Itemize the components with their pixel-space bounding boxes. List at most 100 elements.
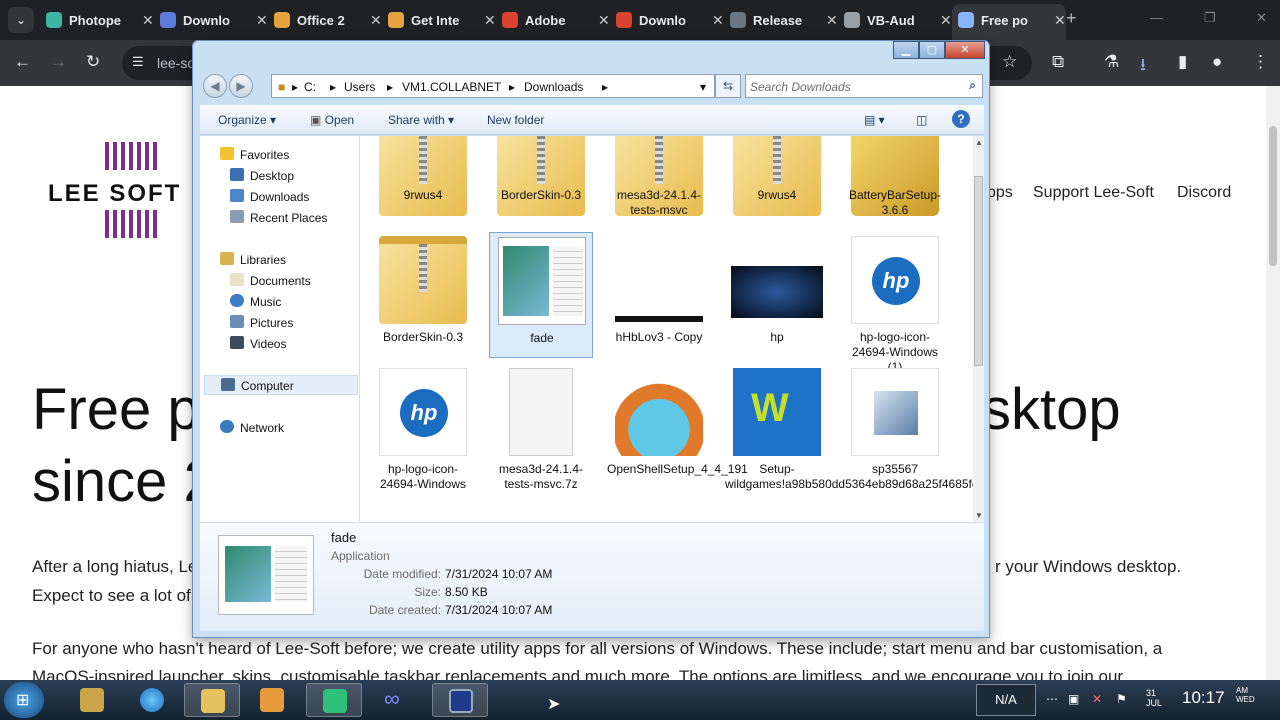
file-list-scrollbar[interactable]: ▲ ▼ <box>973 136 984 522</box>
tab-8[interactable]: VB-Aud ✕ <box>838 4 952 36</box>
action-center-icon[interactable]: ▣ <box>1068 692 1079 706</box>
explorer-maximize-button[interactable]: ▢ <box>919 41 945 59</box>
volume-muted-icon[interactable]: ✕ <box>1092 692 1102 706</box>
file-item[interactable]: OpenShellSetup_4_4_191 <box>607 364 748 490</box>
forward-arrow-icon[interactable]: → <box>50 52 67 72</box>
breadcrumb-vm[interactable]: VM1.COLLABNET <box>402 80 501 94</box>
taskbar-media-player[interactable] <box>244 683 300 717</box>
maximize-button[interactable]: ❐ <box>1204 10 1216 26</box>
monitor-icon <box>449 689 473 713</box>
tab-6[interactable]: Downlo ✕ <box>610 4 724 36</box>
start-button[interactable]: ⊞ <box>4 682 44 718</box>
logo-bottom-bars <box>105 210 161 238</box>
profile-avatar-icon[interactable]: ● <box>1212 52 1222 72</box>
side-panel-icon[interactable]: ▮ <box>1178 52 1187 72</box>
file-item[interactable]: sp35567 <box>843 364 947 490</box>
file-item[interactable]: mesa3d-24.1.4-tests-msvc.7z <box>489 364 593 491</box>
file-item[interactable]: W Setup-wildgames!a98b580dd5364eb89d68a25… <box>725 364 973 491</box>
site-info-icon[interactable]: ☰ <box>132 54 144 70</box>
hero-line1-end: sktop <box>982 377 1121 442</box>
file-item[interactable]: hp hp-logo-icon-24694-Windows <box>371 364 475 491</box>
taskbar-app-7[interactable] <box>432 683 488 717</box>
file-item[interactable]: BorderSkin-0.3 <box>371 232 475 358</box>
breadcrumb-users[interactable]: Users <box>344 80 375 94</box>
flag-icon[interactable]: ⚑ <box>1116 692 1127 706</box>
tab-close-icon[interactable]: ✕ <box>256 12 268 29</box>
bookmark-star-icon[interactable]: ☆ <box>1002 52 1017 72</box>
clock-time[interactable]: 10:17 <box>1182 688 1225 708</box>
tab-close-icon[interactable]: ✕ <box>370 12 382 29</box>
internet-explorer-icon <box>140 688 164 712</box>
size-label: Size: <box>414 585 441 599</box>
file-name: Setup-wildgames!a98b580dd5364eb89d68a25f… <box>725 462 973 491</box>
file-name: BatteryBarSetup-3.6.6 <box>848 188 942 217</box>
reload-icon[interactable]: ↻ <box>86 52 100 72</box>
view-options-icon[interactable]: ▤ ▾ <box>864 113 885 127</box>
tab-favicon-icon <box>730 12 746 28</box>
tab-1[interactable]: Photope ✕ <box>40 4 154 36</box>
tab-4[interactable]: Get Inte ✕ <box>382 4 496 36</box>
tab-3[interactable]: Office 2 ✕ <box>268 4 382 36</box>
tab-5[interactable]: Adobe ✕ <box>496 4 610 36</box>
more-menu-icon[interactable]: ⋮ <box>1252 52 1269 72</box>
minimize-button[interactable]: — <box>1150 10 1163 25</box>
file-item[interactable]: hp <box>725 232 829 358</box>
tab-favicon-icon <box>958 12 974 28</box>
explorer-back-button[interactable]: ◀ <box>203 74 227 98</box>
taskbar-app-6[interactable]: ∞ <box>368 683 424 717</box>
tab-close-icon[interactable]: ✕ <box>142 12 154 29</box>
videos-icon <box>230 336 244 349</box>
tab-search-button[interactable]: ⌄ <box>8 7 34 33</box>
help-icon[interactable]: ? <box>952 110 970 128</box>
explorer-minimize-button[interactable]: ▁ <box>893 41 919 59</box>
taskbar-chrome-app[interactable] <box>306 683 362 717</box>
new-tab-button[interactable]: + <box>1066 8 1077 29</box>
share-with-button[interactable]: Share with ▾ <box>388 113 454 127</box>
breadcrumb[interactable]: ■ ▸ C: ▸ Users ▸ VM1.COLLABNET ▸ Downloa… <box>271 74 715 98</box>
download-icon[interactable]: ⭳ <box>1140 52 1146 81</box>
tray-expand-icon[interactable]: ⋯ <box>1046 692 1058 706</box>
new-folder-button[interactable]: New folder <box>487 113 544 127</box>
preview-pane-icon[interactable]: ◫ <box>916 113 927 127</box>
tab-close-icon[interactable]: ✕ <box>826 12 838 29</box>
tab-close-icon[interactable]: ✕ <box>712 12 724 29</box>
file-item[interactable]: fade <box>489 232 593 358</box>
nav-support[interactable]: Support Lee-Soft <box>1033 184 1154 202</box>
tray-na-indicator[interactable]: N/A <box>976 684 1036 716</box>
nav-apps[interactable]: pps <box>987 184 1013 202</box>
file-item[interactable]: hp hp-logo-icon-24694-Windows (1) <box>843 232 947 374</box>
tab-9[interactable]: Free po ✕ <box>952 4 1066 40</box>
service-pack-icon <box>851 368 939 456</box>
tab-close-icon[interactable]: ✕ <box>1054 12 1066 29</box>
taskbar-app-1[interactable] <box>64 683 120 717</box>
tab-close-icon[interactable]: ✕ <box>598 12 610 29</box>
file-name: BorderSkin-0.3 <box>500 188 582 202</box>
page-scrollbar[interactable] <box>1266 86 1280 680</box>
folder-icon: ■ <box>278 80 286 94</box>
taskbar-explorer[interactable] <box>184 683 240 717</box>
breadcrumb-c[interactable]: C: <box>304 80 316 94</box>
tab-label: Adobe <box>525 13 566 28</box>
refresh-icon[interactable]: ⇆ <box>715 74 741 98</box>
search-input[interactable]: Search Downloads ⌕ <box>745 74 983 98</box>
explorer-close-button[interactable]: ✕ <box>945 41 985 59</box>
tab-close-icon[interactable]: ✕ <box>940 12 952 29</box>
organize-button[interactable]: Organize ▾ <box>218 113 276 127</box>
nav-discord[interactable]: Discord <box>1177 184 1231 202</box>
intro-paragraph-end: r your Windows desktop. <box>995 557 1182 576</box>
site-logo[interactable]: LEE SOFT <box>48 180 181 208</box>
taskbar-ie[interactable] <box>124 683 180 717</box>
file-item[interactable]: hHbLov3 - Copy <box>607 232 711 358</box>
close-window-button[interactable]: ✕ <box>1256 10 1267 26</box>
tab-2[interactable]: Downlo ✕ <box>154 4 268 36</box>
flask-icon[interactable]: ⚗ <box>1104 52 1119 72</box>
extensions-icon[interactable]: ⧉ <box>1052 52 1064 72</box>
back-arrow-icon[interactable]: ← <box>14 52 31 72</box>
open-button[interactable]: ▣ Open <box>310 113 354 127</box>
tab-close-icon[interactable]: ✕ <box>484 12 496 29</box>
nav-computer[interactable]: Computer <box>204 375 358 395</box>
tab-7[interactable]: Release ✕ <box>724 4 838 36</box>
breadcrumb-dropdown-icon[interactable]: ▾ <box>700 80 706 94</box>
explorer-forward-button[interactable]: ▶ <box>229 74 253 98</box>
breadcrumb-downloads[interactable]: Downloads <box>524 80 583 94</box>
